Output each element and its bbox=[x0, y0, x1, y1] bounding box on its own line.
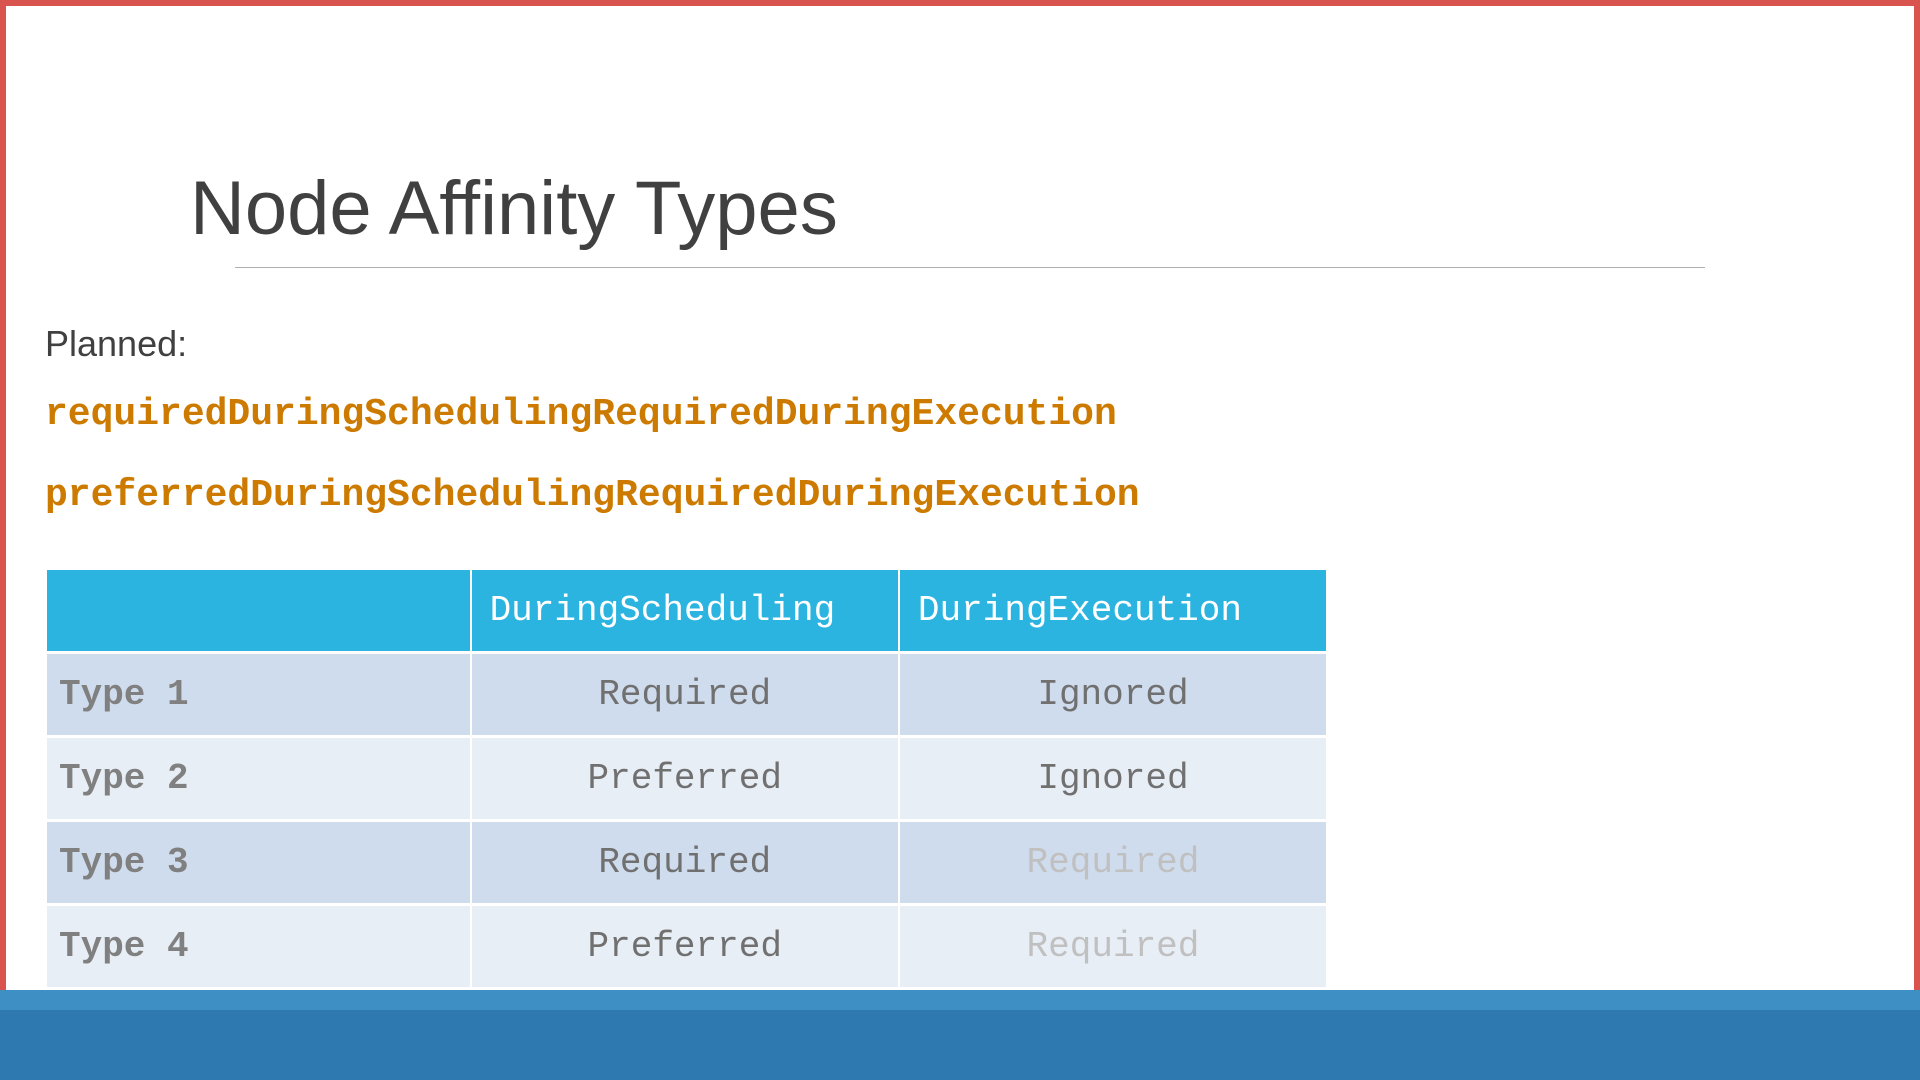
table-row: Type 2 Preferred Ignored bbox=[47, 738, 1326, 819]
planned-label: Planned: bbox=[45, 323, 1875, 365]
cell-execution-faded: Required bbox=[900, 822, 1326, 903]
affinity-table: DuringScheduling DuringExecution Type 1 … bbox=[45, 567, 1328, 990]
code-line-2: preferredDuringSchedulingRequiredDuringE… bbox=[45, 474, 1875, 517]
cell-scheduling: Required bbox=[472, 822, 898, 903]
slide-content: Node Affinity Types Planned: requiredDur… bbox=[0, 0, 1920, 990]
row-label: Type 2 bbox=[47, 738, 470, 819]
code-line-1: requiredDuringSchedulingRequiredDuringEx… bbox=[45, 393, 1875, 436]
footer-bar-dark bbox=[0, 1010, 1920, 1080]
table-header-empty bbox=[47, 570, 470, 651]
cell-execution: Ignored bbox=[900, 654, 1326, 735]
table-header-row: DuringScheduling DuringExecution bbox=[47, 570, 1326, 651]
row-label: Type 3 bbox=[47, 822, 470, 903]
table-row: Type 1 Required Ignored bbox=[47, 654, 1326, 735]
table-header-scheduling: DuringScheduling bbox=[472, 570, 898, 651]
cell-scheduling: Preferred bbox=[472, 906, 898, 987]
title-divider bbox=[235, 267, 1705, 268]
cell-scheduling: Preferred bbox=[472, 738, 898, 819]
page-title: Node Affinity Types bbox=[190, 165, 1875, 267]
row-label: Type 4 bbox=[47, 906, 470, 987]
border-top bbox=[0, 0, 1920, 6]
cell-scheduling: Required bbox=[472, 654, 898, 735]
cell-execution-faded: Required bbox=[900, 906, 1326, 987]
row-label: Type 1 bbox=[47, 654, 470, 735]
cell-execution: Ignored bbox=[900, 738, 1326, 819]
affinity-table-container: DuringScheduling DuringExecution Type 1 … bbox=[45, 567, 1328, 990]
border-left bbox=[0, 0, 6, 1080]
table-row: Type 3 Required Required bbox=[47, 822, 1326, 903]
table-header-execution: DuringExecution bbox=[900, 570, 1326, 651]
table-row: Type 4 Preferred Required bbox=[47, 906, 1326, 987]
border-right bbox=[1914, 0, 1920, 1080]
